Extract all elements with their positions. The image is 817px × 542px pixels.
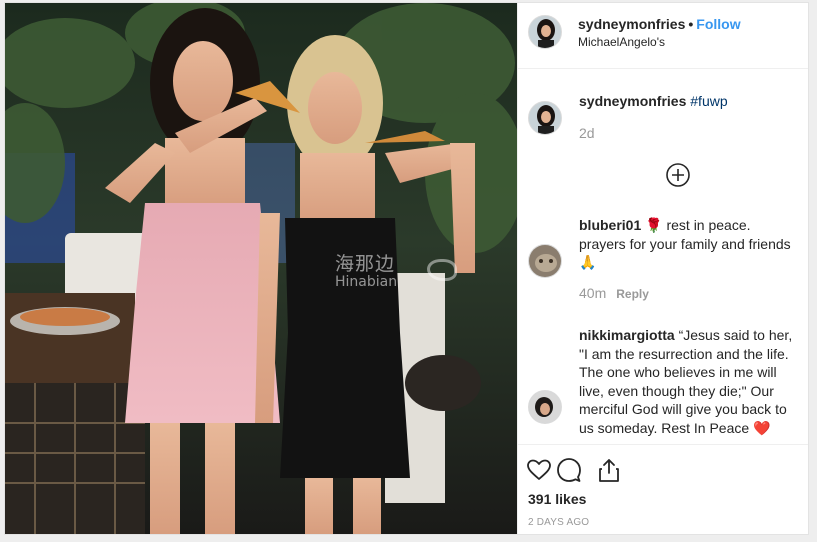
separator-dot: • xyxy=(688,16,694,32)
watermark-logo-icon xyxy=(427,259,457,281)
watermark-en: Hinabian xyxy=(335,273,398,290)
avatar[interactable] xyxy=(528,101,562,135)
post-date: 2 DAYS AGO xyxy=(528,517,590,528)
avatar[interactable] xyxy=(528,244,562,278)
caption-text: sydneymonfries #fuwp xyxy=(579,92,794,111)
comment-text: nikkimargiotta “Jesus said to her, "I am… xyxy=(579,326,794,437)
avatar-image xyxy=(529,16,561,48)
post-side-panel: sydneymonfries • Follow MichaelAngelo's sy… xyxy=(517,3,808,534)
avatar-image xyxy=(529,391,561,423)
likes-count[interactable]: 391 likes xyxy=(528,491,586,507)
comment-icon[interactable] xyxy=(556,457,582,483)
post-header: sydneymonfries • Follow MichaelAngelo's xyxy=(518,3,808,69)
instagram-post: 海那边 Hinabian sydneymonfries • Follow Micha… xyxy=(4,2,809,535)
header-username[interactable]: sydneymonfries xyxy=(578,16,685,32)
comment-username[interactable]: bluberi01 xyxy=(579,217,641,233)
action-bar: 391 likes 2 DAYS AGO xyxy=(518,444,808,534)
plus-circle-icon[interactable] xyxy=(666,163,690,187)
caption-time: 2d xyxy=(579,125,595,141)
caption-username[interactable]: sydneymonfries xyxy=(579,93,686,109)
caption-hashtag[interactable]: #fuwp xyxy=(690,93,727,109)
comment-body: “Jesus said to her, "I am the resurrecti… xyxy=(579,327,793,436)
avatar-image xyxy=(529,102,561,134)
location-link[interactable]: MichaelAngelo's xyxy=(578,35,665,49)
avatar-image xyxy=(529,245,561,277)
comments-list[interactable]: sydneymonfries #fuwp 2d bluberi01 🌹 rest… xyxy=(518,70,808,444)
comment-text: bluberi01 🌹 rest in peace. prayers for y… xyxy=(579,216,794,272)
comment-username[interactable]: nikkimargiotta xyxy=(579,327,675,343)
comment-meta: 40m Reply xyxy=(579,285,649,301)
reply-button[interactable]: Reply xyxy=(616,287,649,301)
watermark-cn: 海那边 xyxy=(335,253,396,275)
post-photo[interactable]: 海那边 Hinabian xyxy=(5,3,517,534)
comment-time: 40m xyxy=(579,285,607,301)
avatar[interactable] xyxy=(528,390,562,424)
heart-icon[interactable] xyxy=(526,457,552,483)
follow-button[interactable]: Follow xyxy=(696,16,740,32)
header-user-line: sydneymonfries • Follow xyxy=(578,16,741,32)
share-icon[interactable] xyxy=(596,457,622,483)
watermark: 海那边 Hinabian xyxy=(335,253,457,290)
avatar[interactable] xyxy=(528,15,562,49)
